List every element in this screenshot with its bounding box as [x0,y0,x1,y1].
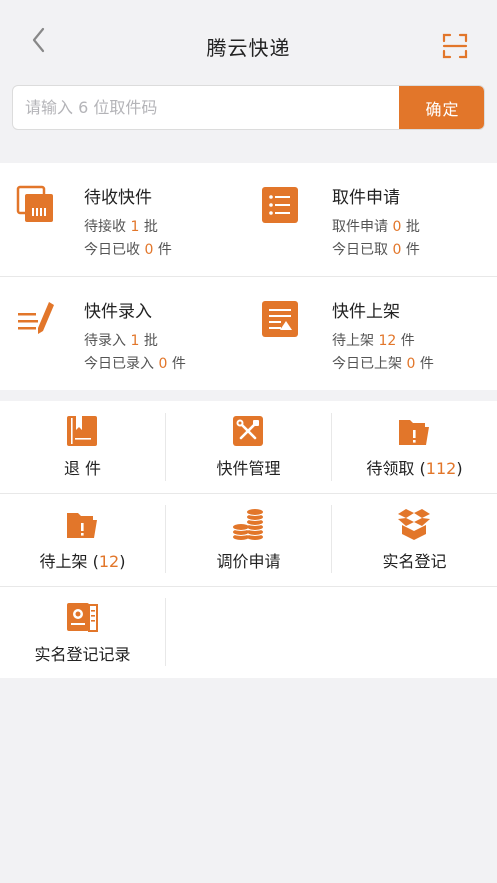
grid-item-return[interactable]: 退 件 [0,401,165,493]
grid-item-pending-pickup[interactable]: 待领取 (112) [332,401,497,493]
return-book-icon [67,416,97,446]
stat-line-2: 今日已取 0 件 [332,242,420,258]
confirm-button[interactable]: 确定 [399,86,484,129]
folder-alert-icon [399,420,429,445]
stats-panel: 待收快件 待接收 1 批 今日已收 0 件 取件申请 取件申请 0 批 今日已取… [0,163,497,390]
grid-item-count: 12 [98,552,120,571]
tools-icon [233,416,263,446]
stat-line-2: 今日已录入 0 件 [84,356,186,372]
stat-line-1: 取件申请 0 批 [332,219,420,235]
grid-item-label: 实名登记记录 [34,645,131,664]
grid-item-real-name-records[interactable]: 实名登记记录 [0,587,165,679]
stat-line-1: 待上架 12 件 [332,333,415,349]
coins-icon [232,509,264,540]
grid-item-express-management[interactable]: 快件管理 [166,401,331,493]
stat-title: 取件申请 [332,188,400,208]
grid-item-label: 快件管理 [216,459,281,478]
shelf-icon [262,301,298,337]
list-icon [262,187,298,223]
grid-item-label: 待领取 (112) [366,459,463,478]
scan-icon [442,33,468,59]
pickup-code-search: 确定 [12,85,485,130]
grid-divider [165,598,166,666]
pickup-code-input[interactable] [13,86,399,129]
stat-card-express-entry[interactable]: 快件录入 待录入 1 批 今日已录入 0 件 [0,277,248,390]
grid-item-label: 退 件 [63,459,102,478]
grid-item-price-adjust[interactable]: 调价申请 [166,494,331,586]
grid-item-real-name-register[interactable]: 实名登记 [332,494,497,586]
grid-item-label: 实名登记 [382,552,447,571]
stat-card-pending-receive[interactable]: 待收快件 待接收 1 批 今日已收 0 件 [0,163,248,276]
grid-item-count: 112 [425,459,457,478]
function-grid: 退 件 快件管理 待领取 (112) 待上架 (12) 调价申请 实名登记 实名… [0,401,497,678]
grid-item-label: 调价申请 [216,552,281,571]
stat-line-2: 今日已上架 0 件 [332,356,434,372]
folder-alert-icon [67,513,97,538]
header: 腾云快递 [0,0,497,80]
stat-title: 快件录入 [84,302,152,322]
open-box-icon [398,509,430,540]
package-icon [16,185,53,222]
scan-button[interactable] [441,32,469,60]
id-card-icon [67,603,98,632]
stat-card-express-shelving[interactable]: 快件上架 待上架 12 件 今日已上架 0 件 [248,277,496,390]
stat-title: 快件上架 [332,302,400,322]
stat-line-1: 待录入 1 批 [84,333,158,349]
stat-title: 待收快件 [84,188,152,208]
stat-line-1: 待接收 1 批 [84,219,158,235]
grid-item-label: 待上架 (12) [39,552,126,571]
pen-icon [18,302,54,334]
stat-card-pickup-request[interactable]: 取件申请 取件申请 0 批 今日已取 0 件 [248,163,496,276]
stat-count: 12 [378,333,397,349]
page-title: 腾云快递 [206,36,291,60]
grid-item-pending-shelving[interactable]: 待上架 (12) [0,494,165,586]
stat-line-2: 今日已收 0 件 [84,242,172,258]
